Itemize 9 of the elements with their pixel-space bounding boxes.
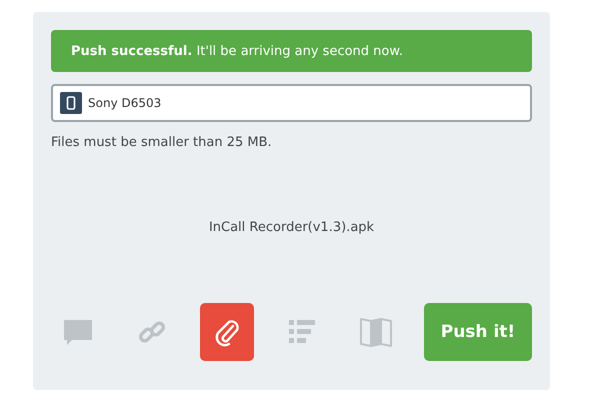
push-type-tab[interactable]	[200, 303, 254, 361]
speech-bubble-icon	[62, 317, 93, 347]
file-size-hint: Files must be smaller than 25 MB.	[51, 135, 273, 150]
device-field[interactable]: Sony D6503	[51, 84, 532, 122]
phone-icon	[60, 92, 82, 114]
list-icon	[288, 318, 316, 346]
map-icon	[360, 316, 392, 348]
file-name: InCall Recorder(v1.3).apk	[208, 220, 376, 235]
success-banner: Push successful. It'll be arriving any second now.	[51, 30, 532, 72]
